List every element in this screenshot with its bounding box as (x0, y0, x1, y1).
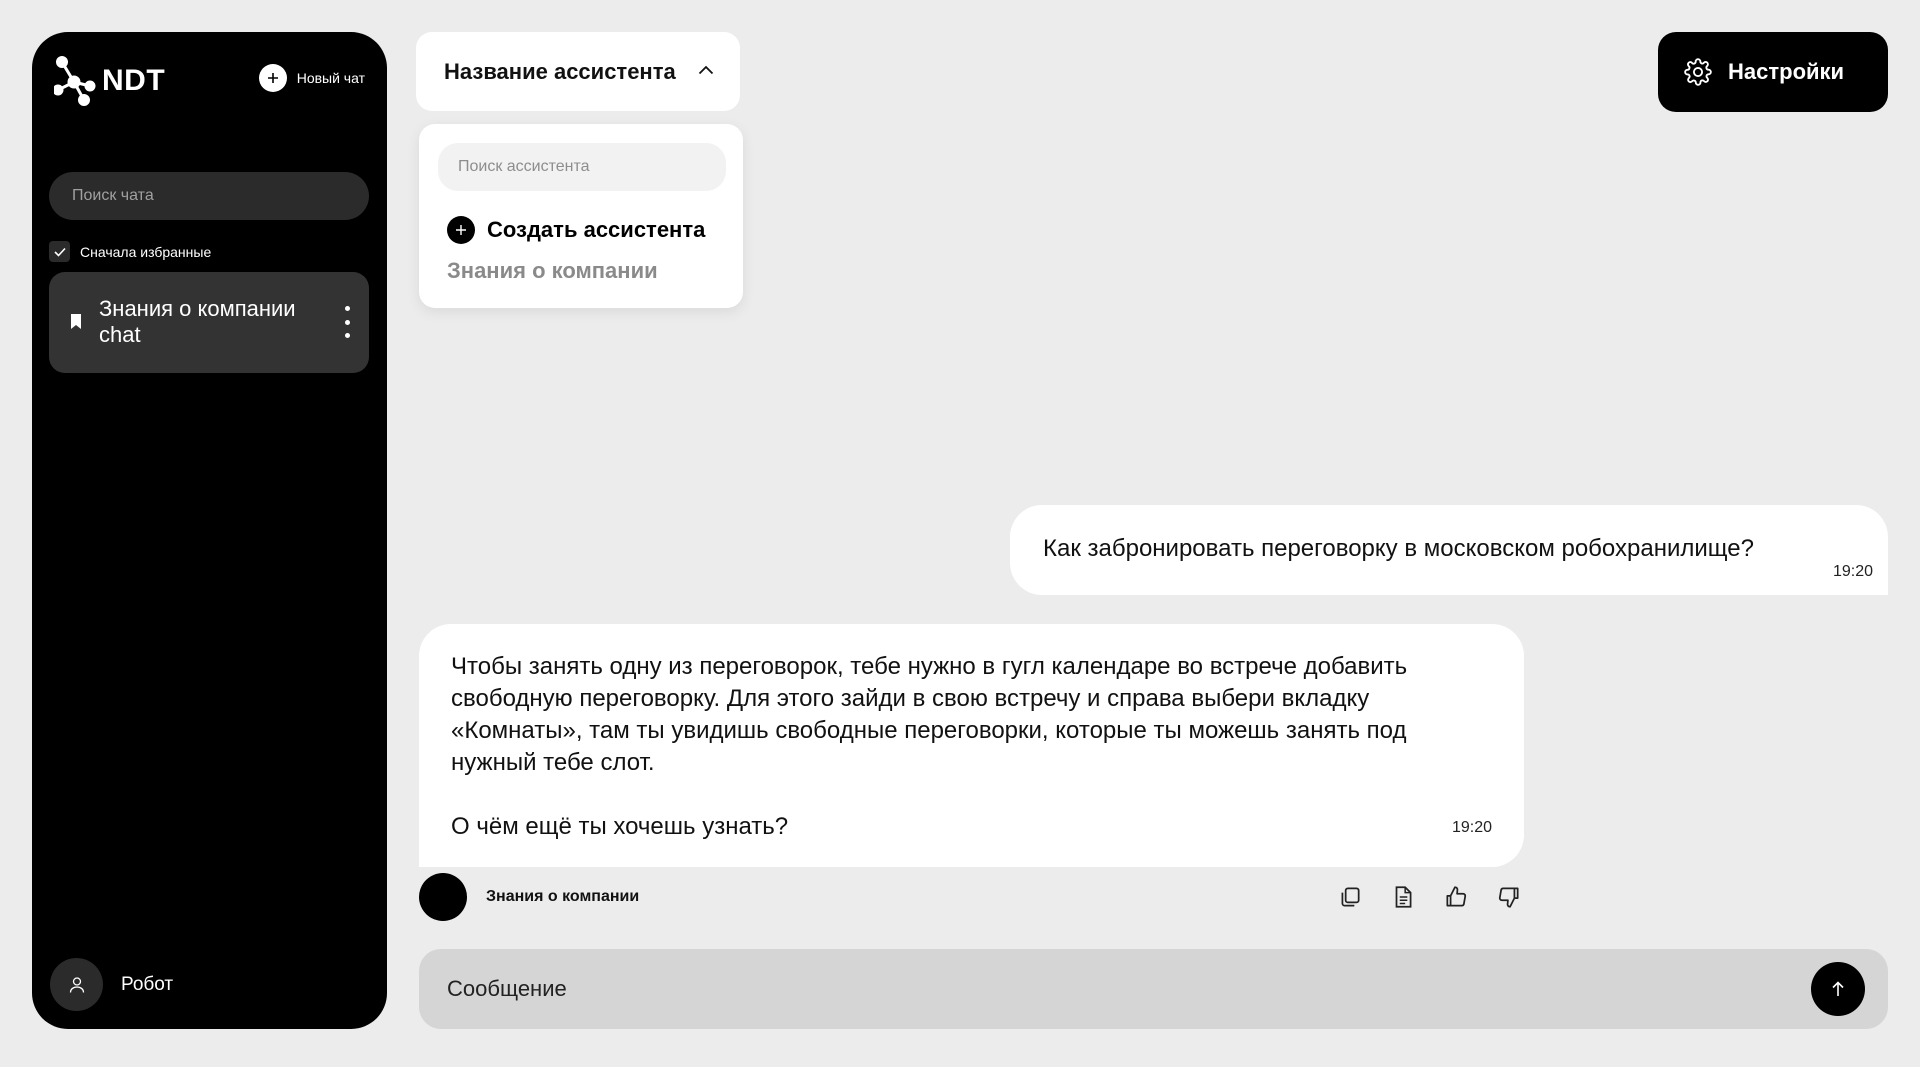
favorites-first-checkbox[interactable] (49, 241, 70, 262)
thumbs-up-icon[interactable] (1443, 884, 1469, 910)
assistant-message-meta: Знания о компании (419, 873, 1524, 921)
settings-label: Настройки (1728, 59, 1845, 84)
message-composer (419, 949, 1888, 1029)
assistant-message: Чтобы занять одну из переговорок, тебе н… (419, 624, 1524, 867)
user-avatar (50, 958, 103, 1011)
gear-icon (1684, 58, 1712, 86)
favorites-first-toggle[interactable]: Сначала избранные (49, 241, 211, 262)
assistant-select-label: Название ассистента (444, 58, 676, 84)
copy-icon[interactable] (1337, 884, 1363, 910)
plus-icon (447, 216, 475, 244)
user-name: Робот (121, 973, 174, 995)
favorites-first-label: Сначала избранные (80, 243, 212, 260)
assistant-dropdown: Создать ассистента Знания о компании (419, 124, 743, 308)
user-message-text: Как забронировать переговорку в московск… (1043, 535, 1754, 562)
new-chat-button[interactable]: Новый чат (258, 64, 365, 92)
chat-list-item[interactable]: Знания о компании chat (49, 272, 369, 373)
logo-text: NDT (102, 64, 166, 97)
bookmark-icon[interactable] (70, 313, 82, 330)
network-logo-icon (54, 56, 96, 106)
message-input[interactable] (447, 949, 1747, 1029)
send-button[interactable] (1811, 962, 1865, 1016)
plus-icon (258, 64, 287, 92)
user-icon (69, 976, 84, 993)
user-message: Как забронировать переговорку в московск… (1010, 505, 1888, 595)
check-icon (53, 247, 66, 257)
chat-title: Знания о компании chat (99, 296, 296, 347)
chat-search-input[interactable] (49, 172, 369, 220)
chevron-up-icon (698, 65, 714, 75)
assistant-select[interactable]: Название ассистента (416, 32, 740, 111)
chat-options-icon[interactable] (339, 306, 355, 338)
document-icon[interactable] (1390, 884, 1416, 910)
user-profile[interactable]: Робот (50, 958, 173, 1011)
assistant-name: Знания о компании (486, 888, 640, 905)
assistant-search-input[interactable] (438, 143, 726, 191)
arrow-up-icon (1832, 981, 1844, 996)
logo[interactable]: NDT (54, 56, 165, 106)
thumbs-down-icon[interactable] (1496, 884, 1522, 910)
assistant-message-text: Чтобы занять одну из переговорок, тебе н… (451, 653, 1408, 840)
new-chat-label: Новый чат (296, 70, 365, 86)
sidebar: NDT Новый чат Сначала избранные Знания о… (32, 32, 387, 1029)
assistant-avatar (419, 873, 467, 921)
create-assistant-button[interactable]: Создать ассистента (447, 216, 705, 244)
assistant-option[interactable]: Знания о компании (447, 258, 658, 284)
message-time: 19:20 (1451, 819, 1492, 836)
message-time: 19:20 (1832, 563, 1873, 580)
settings-button[interactable]: Настройки (1658, 32, 1888, 112)
create-assistant-label: Создать ассистента (487, 217, 706, 242)
